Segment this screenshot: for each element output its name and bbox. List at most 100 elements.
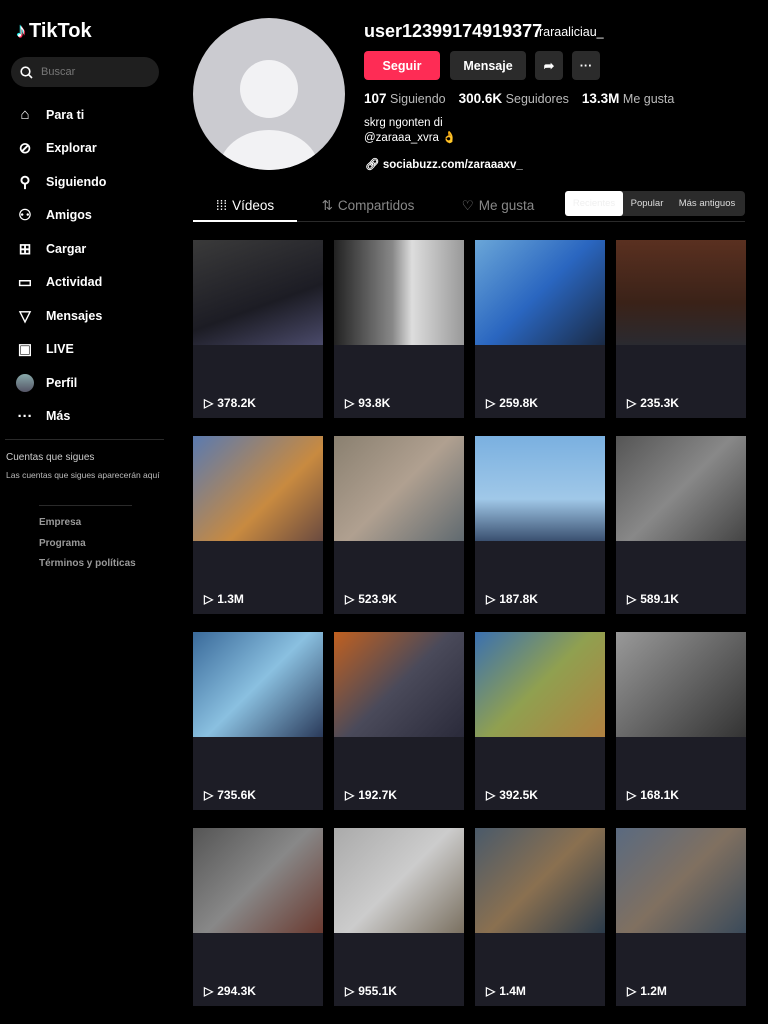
search-icon	[20, 65, 33, 79]
video-card[interactable]: ▷ 187.8K	[475, 436, 605, 614]
sidebar-item-explorar[interactable]: ⊘ Explorar	[16, 132, 106, 166]
sort-toggle: Recientes Popular Más antiguos	[565, 191, 745, 216]
view-count: ▷ 589.1K	[627, 592, 679, 606]
follow-button[interactable]: Seguir	[364, 51, 440, 80]
video-card[interactable]: ▷ 589.1K	[616, 436, 746, 614]
sidebar-item-amigos[interactable]: ⚇ Amigos	[16, 199, 106, 233]
view-count: ▷ 259.8K	[486, 396, 538, 410]
share-button[interactable]: ➦	[535, 51, 563, 80]
video-thumbnail	[193, 828, 323, 933]
profile-link[interactable]: 🔗︎ sociabuzz.com/zaraaaxv_	[365, 157, 523, 171]
tab-videos[interactable]: ⁞⁞⁞ Vídeos	[193, 190, 297, 222]
tiktok-logo[interactable]: ♪ TikTok	[16, 20, 92, 43]
video-thumbnail	[616, 632, 746, 737]
likes-stat: 13.3M Me gusta	[581, 91, 675, 106]
play-icon: ▷	[204, 592, 214, 606]
more-options-button[interactable]: ···	[572, 51, 600, 80]
sidebar-item-label: Para ti	[46, 107, 85, 122]
play-icon: ▷	[627, 788, 637, 802]
live-icon: ▣	[17, 341, 33, 359]
video-card[interactable]: ▷ 93.8K	[334, 240, 464, 418]
video-thumbnail	[616, 240, 746, 345]
play-icon: ▷	[486, 788, 496, 802]
view-count: ▷ 378.2K	[204, 396, 256, 410]
sidebar-item-ms[interactable]: ··· Más	[16, 400, 106, 434]
footer-link-empresa[interactable]: Empresa	[39, 517, 164, 538]
video-card[interactable]: ▷ 168.1K	[616, 632, 746, 810]
search-box[interactable]	[11, 57, 159, 87]
play-icon: ▷	[627, 396, 637, 410]
view-count: ▷ 735.6K	[204, 788, 256, 802]
following-stat[interactable]: 107 Siguiendo	[364, 91, 446, 106]
sidebar-item-label: LIVE	[46, 342, 74, 357]
video-card[interactable]: ▷ 955.1K	[334, 828, 464, 1006]
sidebar-item-actividad[interactable]: ▭ Actividad	[16, 266, 106, 300]
play-icon: ▷	[345, 592, 355, 606]
avatar	[16, 373, 34, 392]
video-card[interactable]: ▷ 235.3K	[616, 240, 746, 418]
video-card[interactable]: ▷ 1.3M	[193, 436, 323, 614]
video-card[interactable]: ▷ 523.9K	[334, 436, 464, 614]
sidebar-item-perfil[interactable]: Perfil	[16, 366, 106, 400]
following-title: Cuentas que sigues	[6, 452, 95, 463]
tiktok-note-icon: ♪	[16, 20, 26, 42]
video-card[interactable]: ▷ 735.6K	[193, 632, 323, 810]
footer-link-programa[interactable]: Programa	[39, 538, 164, 559]
video-thumbnail	[475, 632, 605, 737]
link-icon: 🔗︎	[365, 159, 380, 171]
heart-lock-icon: ♡	[461, 197, 474, 213]
video-card[interactable]: ▷ 259.8K	[475, 240, 605, 418]
send-icon: ▽	[19, 307, 31, 325]
sidebar-item-parati[interactable]: ⌂ Para ti	[16, 98, 106, 132]
play-icon: ▷	[204, 396, 214, 410]
sort-recent[interactable]: Recientes	[565, 191, 623, 216]
compass-icon: ⊘	[18, 140, 32, 158]
video-card[interactable]: ▷ 1.4M	[475, 828, 605, 1006]
upload-icon: ⊞	[18, 240, 32, 258]
followers-stat[interactable]: 300.6K Seguidores	[459, 91, 569, 106]
video-thumbnail	[475, 436, 605, 541]
sidebar-item-live[interactable]: ▣ LIVE	[16, 333, 106, 367]
more-icon: ···	[579, 58, 593, 73]
view-count: ▷ 294.3K	[204, 984, 256, 998]
video-card[interactable]: ▷ 1.2M	[616, 828, 746, 1006]
play-icon: ▷	[204, 984, 214, 998]
tab-liked[interactable]: ♡ Me gusta	[453, 190, 543, 221]
sidebar-item-label: Mensajes	[46, 308, 103, 323]
profile-avatar	[193, 18, 345, 170]
view-count: ▷ 1.3M	[204, 592, 244, 606]
sidebar-item-label: Más	[46, 409, 71, 424]
view-count: ▷ 523.9K	[345, 592, 397, 606]
video-thumbnail	[475, 828, 605, 933]
video-card[interactable]: ▷ 294.3K	[193, 828, 323, 1006]
friends-icon: ⚇	[18, 207, 32, 225]
message-button[interactable]: Mensaje	[450, 51, 526, 80]
activity-icon: ▭	[17, 274, 33, 292]
sort-oldest[interactable]: Más antiguos	[671, 191, 743, 216]
video-card[interactable]: ▷ 392.5K	[475, 632, 605, 810]
sidebar-item-label: Amigos	[46, 208, 92, 223]
sidebar-item-cargar[interactable]: ⊞ Cargar	[16, 232, 106, 266]
sidebar-item-siguiendo[interactable]: ⚲ Siguiendo	[16, 165, 107, 199]
view-count: ▷ 192.7K	[345, 788, 397, 802]
play-icon: ▷	[204, 788, 214, 802]
username: user12399174919377	[364, 21, 543, 41]
sidebar-item-label: Cargar	[46, 241, 87, 256]
video-card[interactable]: ▷ 378.2K	[193, 240, 323, 418]
video-thumbnail	[616, 436, 746, 541]
view-count: ▷ 93.8K	[345, 396, 391, 410]
divider	[5, 439, 164, 440]
play-icon: ▷	[627, 984, 637, 998]
play-icon: ▷	[345, 396, 355, 410]
video-card[interactable]: ▷ 192.7K	[334, 632, 464, 810]
search-input[interactable]	[41, 66, 141, 78]
footer-link-terminos[interactable]: Términos y políticas	[39, 558, 164, 579]
tab-shared[interactable]: ⇅ Compartidos	[313, 190, 423, 221]
bio: skrg ngonten di @zaraaa_xvra 👌	[364, 117, 457, 144]
video-thumbnail	[193, 240, 323, 345]
user-follow-icon: ⚲	[19, 173, 31, 191]
grid-icon: ⁞⁞⁞	[215, 197, 228, 213]
sort-popular[interactable]: Popular	[623, 191, 671, 216]
sidebar-item-mensajes[interactable]: ▽ Mensajes	[16, 299, 106, 333]
footer-links: Empresa Programa Términos y políticas	[39, 517, 164, 579]
